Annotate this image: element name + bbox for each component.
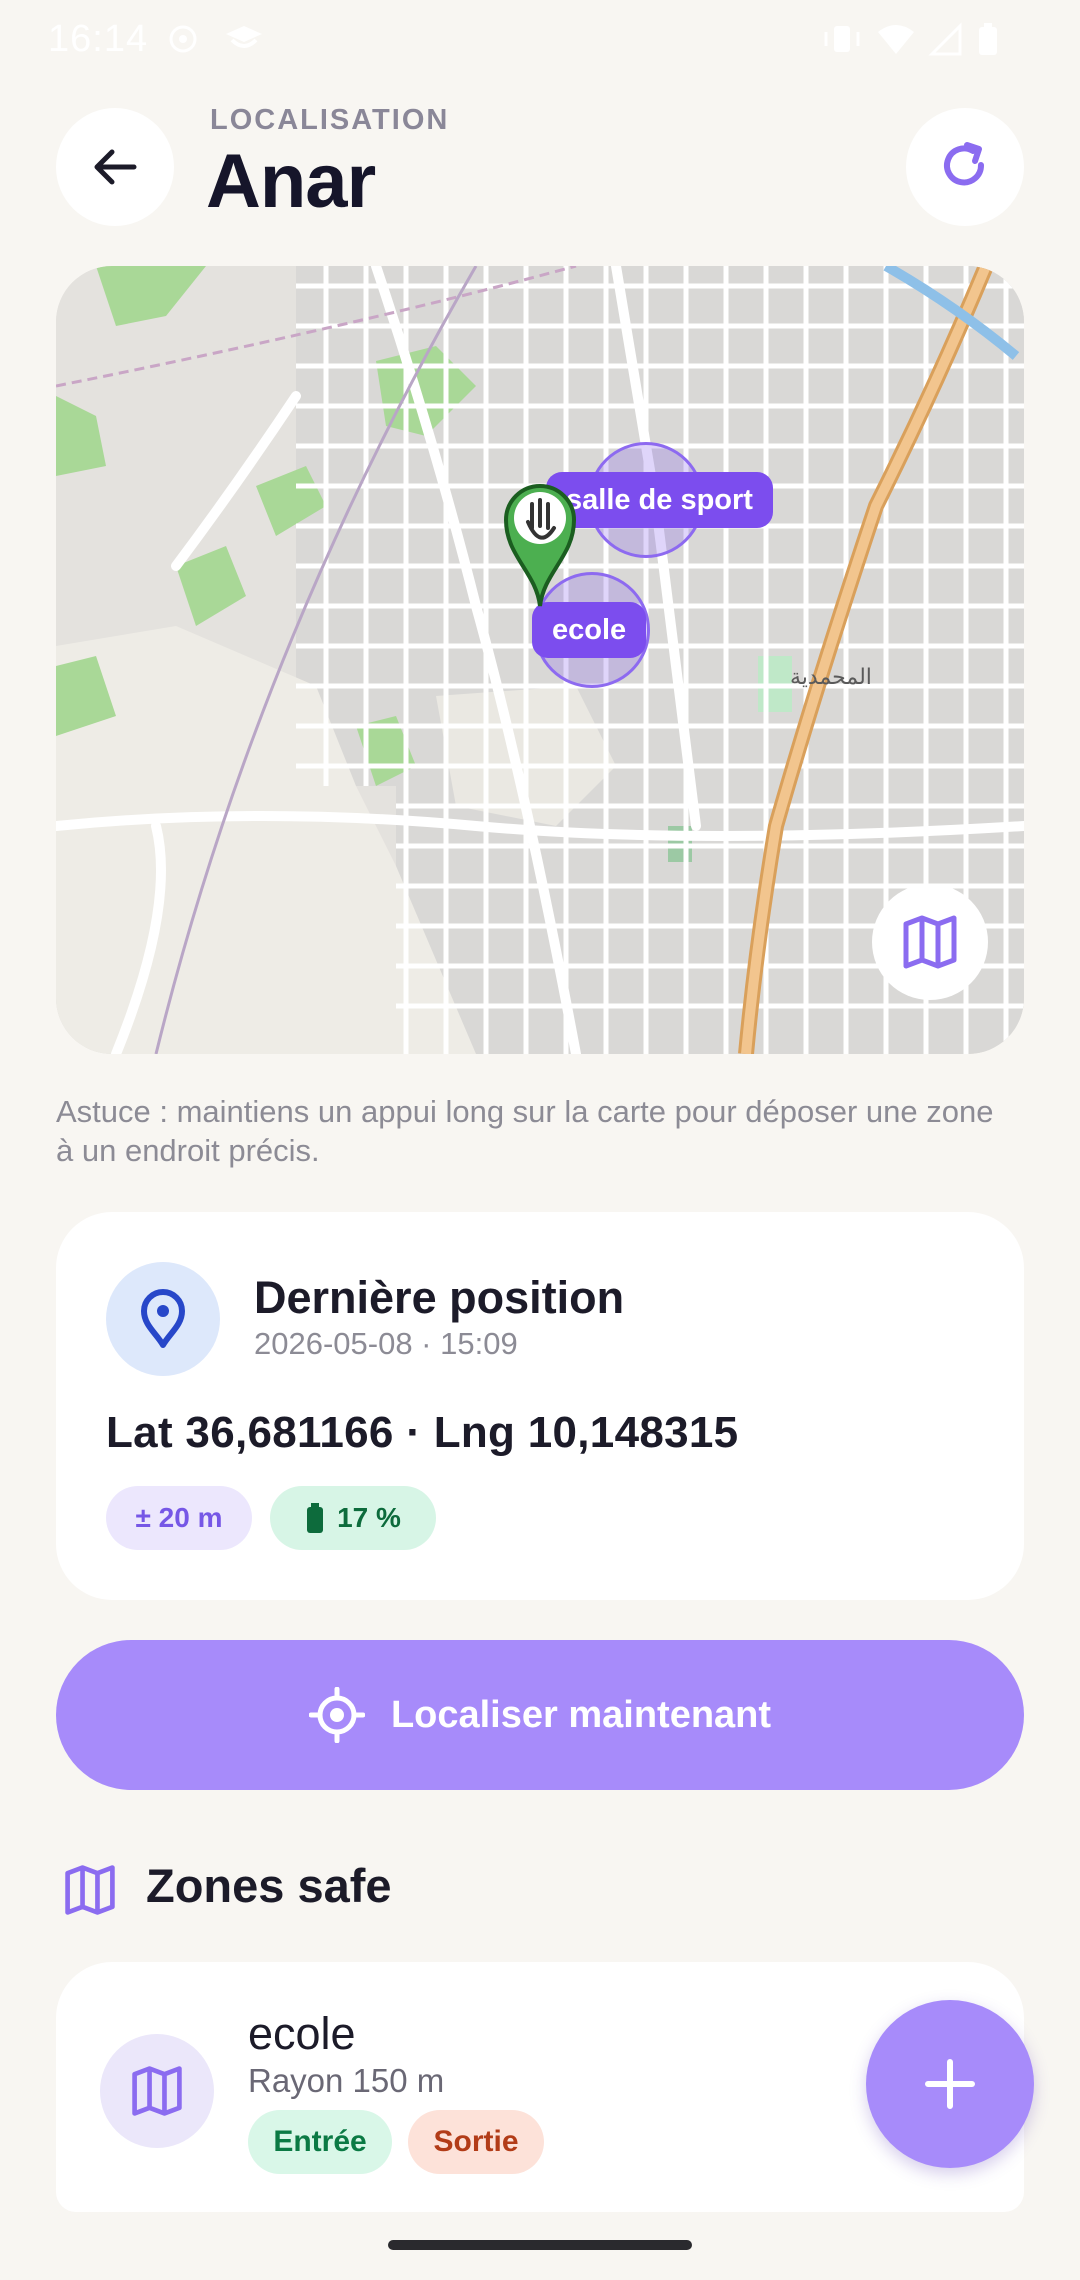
zone-label-ecole[interactable]: ecole: [532, 602, 647, 658]
refresh-icon: [944, 142, 985, 186]
crosshair-icon: [308, 1687, 365, 1743]
location-map[interactable]: المحمدية salle de sport ecole: [56, 266, 1024, 1054]
plus-icon: [925, 2059, 975, 2109]
location-pin-icon: [141, 1289, 185, 1348]
zone-icon-bubble: [100, 2034, 214, 2148]
map-icon: [65, 1865, 115, 1915]
locate-now-label: Localiser maintenant: [390, 1693, 772, 1736]
map-hint: Astuce : maintiens un appui long sur la …: [56, 1094, 994, 1168]
battery-icon: [307, 1503, 324, 1533]
zone-label-salle-de-sport[interactable]: salle de sport: [546, 472, 773, 528]
battery-badge: 17 %: [270, 1486, 436, 1550]
accuracy-badge: ± 20 m: [106, 1486, 252, 1550]
map-layer-button[interactable]: [872, 884, 988, 1000]
coordinates-text: Lat 36,681166 · Lng 10,148315: [106, 1408, 739, 1457]
position-icon-bubble: [106, 1262, 220, 1376]
refresh-button[interactable]: [906, 108, 1024, 226]
alarm-icon: [169, 25, 197, 53]
location-marker-icon[interactable]: [500, 476, 580, 610]
zone-entry-tag: Entrée: [248, 2110, 392, 2174]
zones-section-title: Zones safe: [146, 1859, 392, 1912]
zone-exit-tag: Sortie: [408, 2110, 544, 2174]
battery-status-icon: [979, 23, 997, 55]
status-bar: 16:14: [0, 0, 1080, 80]
last-position-card: Dernière position 2026-05-08 · 15:09 Lat…: [56, 1212, 1024, 1600]
app-notification-icon: [226, 26, 262, 48]
last-position-title: Dernière position: [254, 1272, 625, 1323]
back-arrow-icon: [94, 149, 137, 185]
home-indicator[interactable]: [388, 2240, 692, 2250]
page-eyebrow: LOCALISATION: [210, 104, 450, 136]
map-place-label: المحمدية: [790, 664, 872, 689]
zone-radius: Rayon 150 m: [248, 2062, 445, 2099]
last-position-timestamp: 2026-05-08 · 15:09: [254, 1326, 518, 1361]
battery-text: 17 %: [337, 1502, 401, 1533]
locate-now-button[interactable]: Localiser maintenant: [56, 1640, 1024, 1790]
back-button[interactable]: [56, 108, 174, 226]
map-icon: [903, 915, 957, 969]
add-zone-button[interactable]: [866, 2000, 1034, 2168]
page-title: Anar: [206, 139, 376, 224]
vibrate-icon: [824, 26, 860, 52]
status-time: 16:14: [48, 18, 149, 60]
signal-icon: [928, 22, 962, 56]
wifi-icon: [878, 25, 914, 54]
accuracy-text: ± 20 m: [135, 1502, 223, 1533]
map-icon: [132, 2066, 182, 2116]
zone-name: ecole: [248, 2008, 356, 2059]
